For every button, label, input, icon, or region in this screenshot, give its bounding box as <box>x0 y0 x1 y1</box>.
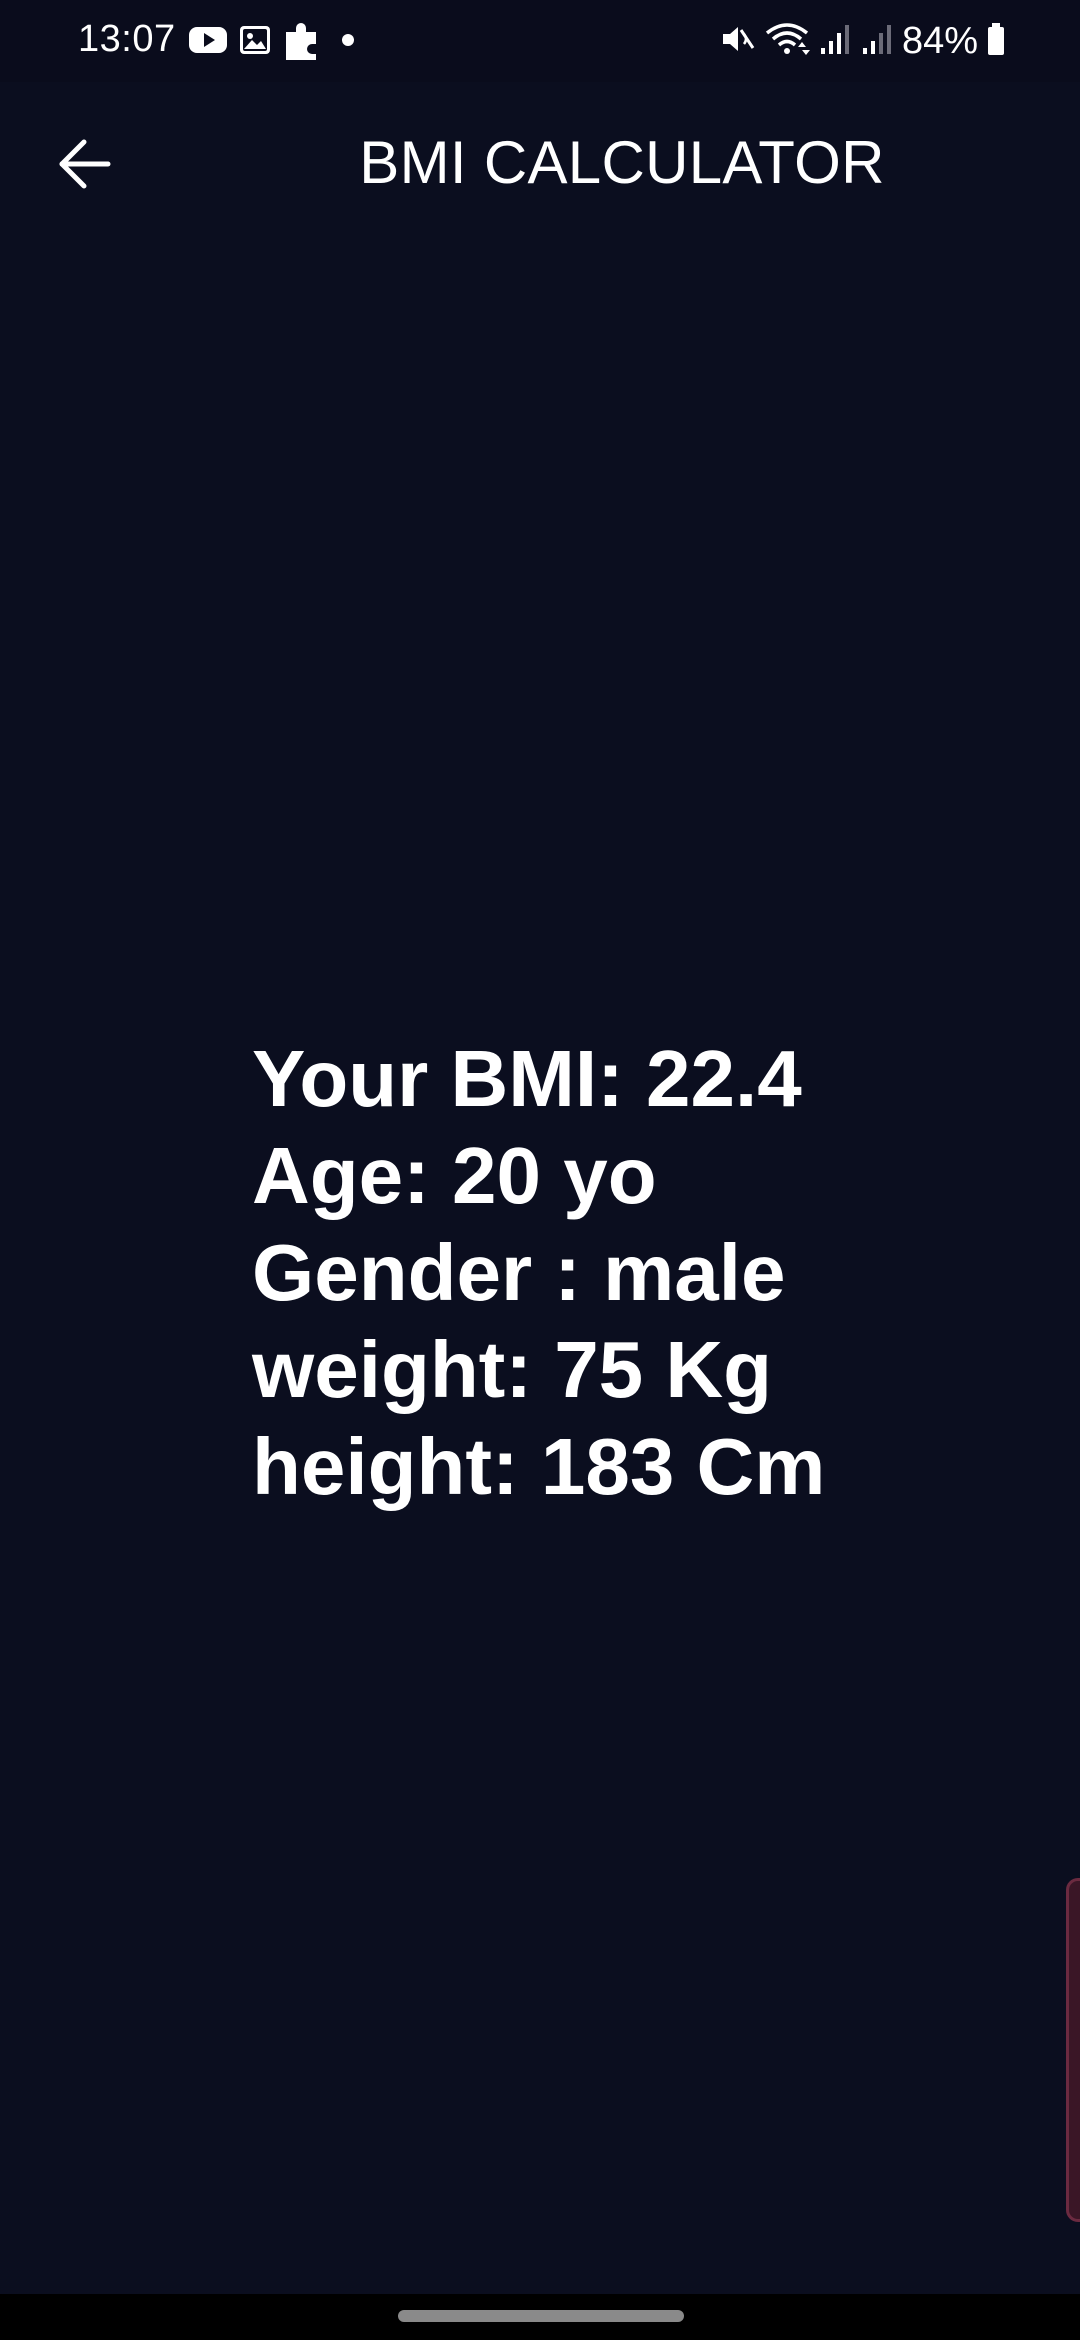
status-icons-left <box>188 20 358 64</box>
signal-icon <box>860 22 894 61</box>
bmi-result-block: Your BMI: 22.4 Age: 20 yo Gender : male … <box>252 1030 825 1515</box>
gallery-icon <box>238 24 272 61</box>
edge-panel-handle[interactable] <box>1066 1878 1080 2222</box>
puzzle-icon <box>282 18 324 67</box>
signal-icon <box>818 22 852 61</box>
status-bar: 13:07 84% <box>0 0 1080 82</box>
bmi-value-text: Your BMI: 22.4 <box>252 1034 802 1123</box>
dot-icon <box>334 28 358 57</box>
age-text: Age: 20 yo <box>252 1131 657 1220</box>
mute-icon <box>720 22 756 61</box>
weight-text: weight: 75 Kg <box>252 1325 773 1414</box>
app-bar: BMI CALCULATOR <box>0 82 1080 250</box>
youtube-icon <box>188 25 228 60</box>
page-title: BMI CALCULATOR <box>359 129 885 196</box>
height-text: height: 183 Cm <box>252 1422 826 1511</box>
navigation-bar <box>0 2294 1080 2340</box>
wifi-icon <box>764 21 810 62</box>
battery-icon <box>986 22 1006 61</box>
home-indicator[interactable] <box>398 2310 684 2322</box>
status-time: 13:07 <box>78 18 176 60</box>
status-icons-right: 84% <box>720 18 1006 64</box>
gender-text: Gender : male <box>252 1228 786 1317</box>
battery-percent: 84% <box>901 19 978 62</box>
